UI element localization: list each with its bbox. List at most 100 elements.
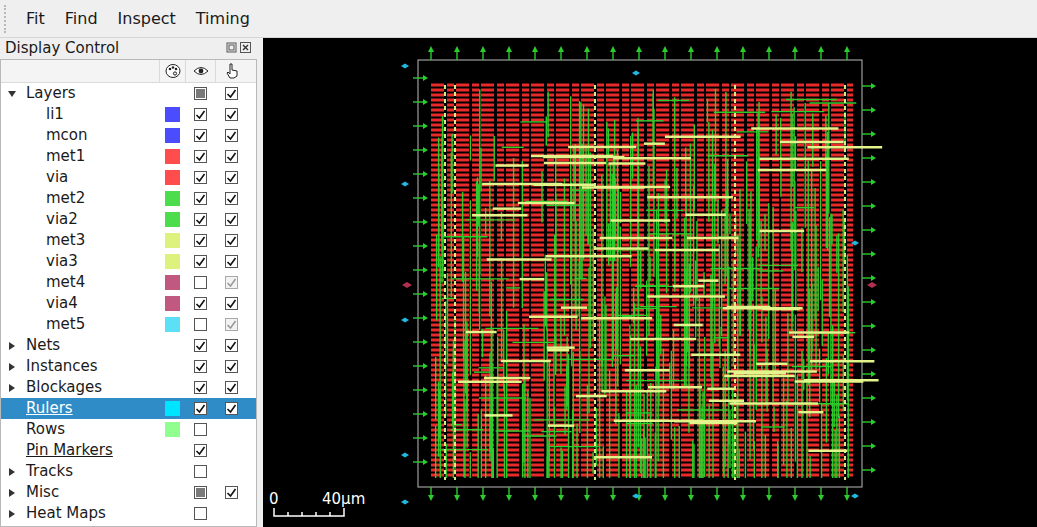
tree-row[interactable]: Pin Markers xyxy=(1,440,256,461)
visible-checkbox[interactable] xyxy=(194,255,207,268)
color-swatch[interactable] xyxy=(165,275,180,290)
color-swatch[interactable] xyxy=(165,212,180,227)
tree-row[interactable]: via4 xyxy=(1,293,256,314)
menu-item[interactable]: Find xyxy=(65,7,98,30)
selectable-checkbox[interactable] xyxy=(225,150,238,163)
met3-wire xyxy=(795,380,864,383)
close-icon[interactable] xyxy=(240,42,251,53)
tree-row[interactable]: Blockages xyxy=(1,377,256,398)
layout-canvas[interactable]: 040μm xyxy=(263,38,1037,527)
color-swatch[interactable] xyxy=(165,170,180,185)
tree-row[interactable]: li1 xyxy=(1,104,256,125)
visible-checkbox[interactable] xyxy=(194,360,207,373)
selectable-checkbox[interactable] xyxy=(225,402,238,415)
color-swatch[interactable] xyxy=(165,401,180,416)
visible-checkbox[interactable] xyxy=(194,129,207,142)
color-swatch[interactable] xyxy=(165,107,180,122)
visible-checkbox[interactable] xyxy=(194,402,207,415)
collapsed-arrow-icon[interactable] xyxy=(7,467,17,477)
met2-wire xyxy=(638,167,639,357)
tree-row[interactable]: Layers xyxy=(1,83,256,104)
selectable-checkbox[interactable] xyxy=(225,108,238,121)
float-icon[interactable] xyxy=(226,42,237,53)
tree-row[interactable]: Instances xyxy=(1,356,256,377)
selectable-checkbox[interactable] xyxy=(225,129,238,142)
met2-wire xyxy=(685,198,686,387)
met2-wire xyxy=(480,148,481,192)
tree-row[interactable]: Rows xyxy=(1,419,256,440)
selectable-checkbox[interactable] xyxy=(225,255,238,268)
collapsed-arrow-icon[interactable] xyxy=(7,509,17,519)
selectable-checkbox[interactable] xyxy=(225,339,238,352)
visible-checkbox[interactable] xyxy=(194,108,207,121)
met2-wire xyxy=(839,416,840,478)
tree-row[interactable]: Nets xyxy=(1,335,256,356)
visible-checkbox[interactable] xyxy=(194,192,207,205)
selectable-checkbox[interactable] xyxy=(225,87,238,100)
met2-wire xyxy=(593,229,594,339)
met2-wire xyxy=(714,112,765,113)
collapsed-arrow-icon[interactable] xyxy=(7,362,17,372)
menu-item[interactable]: Fit xyxy=(26,7,45,30)
collapsed-arrow-icon[interactable] xyxy=(7,383,17,393)
color-swatch[interactable] xyxy=(165,191,180,206)
selectable-checkbox[interactable] xyxy=(225,381,238,394)
expanded-arrow-icon[interactable] xyxy=(7,89,17,99)
met2-wire xyxy=(635,385,636,478)
visible-checkbox[interactable] xyxy=(194,486,207,499)
tree-row[interactable]: via3 xyxy=(1,251,256,272)
tree-row[interactable]: Misc xyxy=(1,482,256,503)
collapsed-arrow-icon[interactable] xyxy=(7,341,17,351)
tree-row[interactable]: via xyxy=(1,167,256,188)
collapsed-arrow-icon[interactable] xyxy=(7,488,17,498)
tree-row[interactable]: Tracks xyxy=(1,461,256,482)
visible-checkbox[interactable] xyxy=(194,276,207,289)
color-swatch[interactable] xyxy=(165,149,180,164)
selectable-checkbox[interactable] xyxy=(225,360,238,373)
met2-wire xyxy=(764,214,765,251)
visible-checkbox[interactable] xyxy=(194,318,207,331)
visible-checkbox[interactable] xyxy=(194,150,207,163)
tree-row[interactable]: mcon xyxy=(1,125,256,146)
tree-row[interactable]: Rulers xyxy=(1,398,256,419)
met2-wire xyxy=(550,446,599,447)
color-swatch[interactable] xyxy=(165,317,180,332)
tree-label: via3 xyxy=(46,252,78,271)
tree-row[interactable]: met1 xyxy=(1,146,256,167)
tree-row[interactable]: Heat Maps xyxy=(1,503,256,524)
visible-checkbox[interactable] xyxy=(194,507,207,520)
visible-checkbox[interactable] xyxy=(194,444,207,457)
selectable-checkbox[interactable] xyxy=(225,297,238,310)
menu-item[interactable]: Inspect xyxy=(118,7,176,30)
visible-checkbox[interactable] xyxy=(194,465,207,478)
visible-checkbox[interactable] xyxy=(194,87,207,100)
visible-checkbox[interactable] xyxy=(194,423,207,436)
selectable-checkbox[interactable] xyxy=(225,318,238,331)
tree-row[interactable]: met2 xyxy=(1,188,256,209)
color-swatch[interactable] xyxy=(165,296,180,311)
visible-checkbox[interactable] xyxy=(194,234,207,247)
visible-checkbox[interactable] xyxy=(194,213,207,226)
selectable-checkbox[interactable] xyxy=(225,276,238,289)
color-swatch[interactable] xyxy=(165,254,180,269)
met2-wire xyxy=(655,433,656,478)
visible-checkbox[interactable] xyxy=(194,381,207,394)
color-swatch[interactable] xyxy=(165,128,180,143)
tree-row[interactable]: met4 xyxy=(1,272,256,293)
tree-row[interactable]: met3 xyxy=(1,230,256,251)
tree-row[interactable]: met5 xyxy=(1,314,256,335)
selectable-checkbox[interactable] xyxy=(225,486,238,499)
menu-item[interactable]: Timing xyxy=(196,7,250,30)
visible-checkbox[interactable] xyxy=(194,171,207,184)
color-swatch[interactable] xyxy=(165,422,180,437)
check-icon xyxy=(226,382,237,393)
met2-wire xyxy=(761,426,784,427)
color-swatch[interactable] xyxy=(165,233,180,248)
selectable-checkbox[interactable] xyxy=(225,171,238,184)
selectable-checkbox[interactable] xyxy=(225,234,238,247)
visible-checkbox[interactable] xyxy=(194,297,207,310)
visible-checkbox[interactable] xyxy=(194,339,207,352)
tree-row[interactable]: via2 xyxy=(1,209,256,230)
selectable-checkbox[interactable] xyxy=(225,192,238,205)
selectable-checkbox[interactable] xyxy=(225,213,238,226)
